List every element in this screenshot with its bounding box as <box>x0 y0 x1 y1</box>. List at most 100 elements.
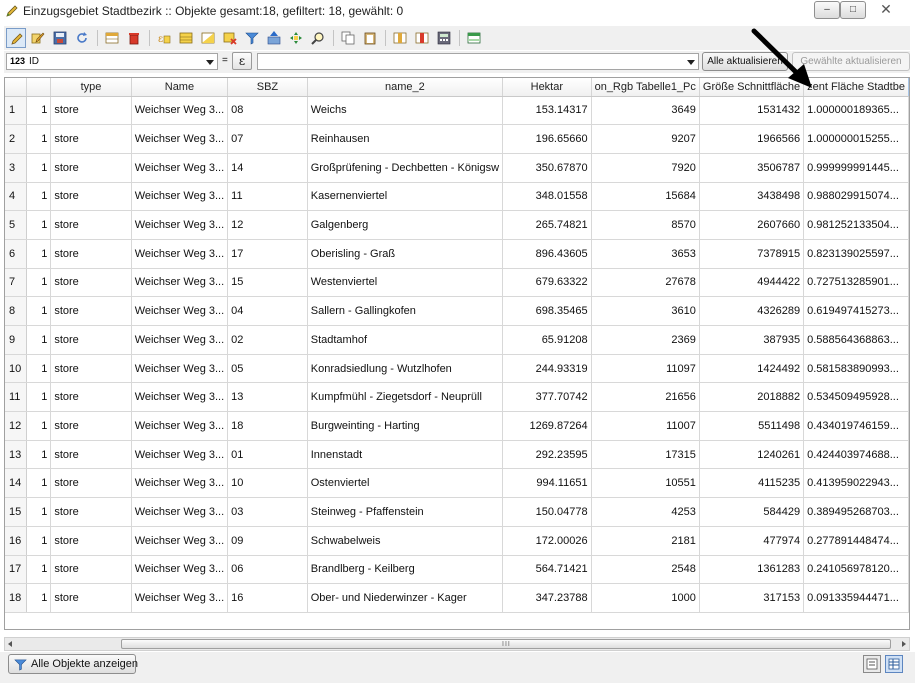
cell-schnittflaeche[interactable]: 1531432 <box>699 96 805 126</box>
scrollbar-thumb[interactable]: III <box>121 639 891 649</box>
cell-hektar[interactable]: 244.93319 <box>502 354 592 384</box>
horizontal-scrollbar[interactable]: III <box>4 637 910 651</box>
cell-id[interactable]: 1 <box>26 497 52 527</box>
cell-name-2[interactable]: Steinweg - Pfaffenstein <box>307 497 504 527</box>
cell-name-2[interactable]: Großprüfening - Dechbetten - Königsw <box>307 153 504 183</box>
deselect-all-icon[interactable] <box>220 28 240 48</box>
cell-type[interactable]: store <box>50 555 132 585</box>
maximize-button[interactable]: □ <box>840 1 866 19</box>
row-header[interactable]: 3 <box>5 153 27 183</box>
cell-einwohner[interactable]: 3610 <box>591 296 700 326</box>
cell-schnittflaeche[interactable]: 7378915 <box>699 239 805 269</box>
row-header[interactable]: 6 <box>5 239 27 269</box>
cell-sbz[interactable]: 09 <box>227 526 308 556</box>
invert-selection-icon[interactable] <box>198 28 218 48</box>
cell-schnittflaeche[interactable]: 387935 <box>699 325 805 355</box>
cell-schnittflaeche[interactable]: 477974 <box>699 526 805 556</box>
cell-id[interactable]: 1 <box>26 354 52 384</box>
close-button[interactable]: ✕ <box>866 1 906 17</box>
cell-sbz[interactable]: 12 <box>227 210 308 240</box>
table-row[interactable]: 8 1 store Weichser Weg 3... 04 Sallern - Gall… <box>5 296 909 326</box>
cell-sbz[interactable]: 06 <box>227 555 308 585</box>
cell-schnittflaeche[interactable]: 3438498 <box>699 182 805 212</box>
cell-id[interactable]: 1 <box>26 239 52 269</box>
cell-type[interactable]: store <box>50 153 132 183</box>
row-header[interactable]: 5 <box>5 210 27 240</box>
cell-sbz[interactable]: 15 <box>227 268 308 298</box>
pan-to-selection-icon[interactable] <box>286 28 306 48</box>
cell-name[interactable]: Weichser Weg 3... <box>131 239 229 269</box>
row-header[interactable]: 7 <box>5 268 27 298</box>
cell-type[interactable]: store <box>50 182 132 212</box>
cell-type[interactable]: store <box>50 497 132 527</box>
conditional-formatting-icon[interactable] <box>464 28 484 48</box>
cell-id[interactable]: 1 <box>26 526 52 556</box>
table-row[interactable]: 18 1 store Weichser Weg 3... 16 Ober- und Nie… <box>5 583 909 613</box>
reload-icon[interactable] <box>72 28 92 48</box>
cell-prozent-flaeche[interactable]: 0.619497415273... <box>803 296 909 326</box>
cell-id[interactable]: 1 <box>26 555 52 585</box>
cell-schnittflaeche[interactable]: 2607660 <box>699 210 805 240</box>
table-view-icon[interactable] <box>885 655 903 673</box>
cell-name-2[interactable]: Brandlberg - Keilberg <box>307 555 504 585</box>
table-row[interactable]: 2 1 store Weichser Weg 3... 07 Reinhausen 196.… <box>5 124 909 154</box>
cell-name-2[interactable]: Reinhausen <box>307 124 504 154</box>
cell-prozent-flaeche[interactable]: 0.581583890993... <box>803 354 909 384</box>
cell-name[interactable]: Weichser Weg 3... <box>131 96 229 126</box>
cell-name-2[interactable]: Ostenviertel <box>307 468 504 499</box>
cell-type[interactable]: store <box>50 124 132 154</box>
column-header-hektar[interactable]: Hektar <box>502 78 592 97</box>
cell-schnittflaeche[interactable]: 4326289 <box>699 296 805 326</box>
cell-name[interactable]: Weichser Weg 3... <box>131 497 229 527</box>
move-selection-to-top-icon[interactable] <box>264 28 284 48</box>
cell-prozent-flaeche[interactable]: 0.999999991445... <box>803 153 909 183</box>
cell-hektar[interactable]: 564.71421 <box>502 555 592 585</box>
expression-builder-button[interactable]: ε <box>232 52 252 70</box>
cell-name[interactable]: Weichser Weg 3... <box>131 296 229 326</box>
row-header[interactable]: 4 <box>5 182 27 212</box>
cell-prozent-flaeche[interactable]: 0.389495268703... <box>803 497 909 527</box>
table-row[interactable]: 17 1 store Weichser Weg 3... 06 Brandlberg - … <box>5 555 909 585</box>
cell-prozent-flaeche[interactable]: 0.534509495928... <box>803 382 909 413</box>
cell-einwohner[interactable]: 1000 <box>591 583 700 613</box>
cell-name[interactable]: Weichser Weg 3... <box>131 583 229 613</box>
table-row[interactable]: 1 1 store Weichser Weg 3... 08 Weichs 153.1431… <box>5 96 909 126</box>
cell-prozent-flaeche[interactable]: 0.434019746159... <box>803 411 909 441</box>
cell-name[interactable]: Weichser Weg 3... <box>131 411 229 441</box>
cell-sbz[interactable]: 05 <box>227 354 308 384</box>
cell-type[interactable]: store <box>50 239 132 269</box>
cell-name-2[interactable]: Kasernenviertel <box>307 182 504 212</box>
row-header[interactable]: 2 <box>5 124 27 154</box>
cell-einwohner[interactable]: 9207 <box>591 124 700 154</box>
cell-einwohner[interactable]: 2181 <box>591 526 700 556</box>
cell-sbz[interactable]: 08 <box>227 96 308 126</box>
cell-name-2[interactable]: Westenviertel <box>307 268 504 298</box>
cell-name-2[interactable]: Burgweinting - Harting <box>307 411 504 441</box>
cell-name[interactable]: Weichser Weg 3... <box>131 325 229 355</box>
row-header[interactable]: 1 <box>5 96 27 126</box>
cell-hektar[interactable]: 292.23595 <box>502 440 592 470</box>
column-header-name-2[interactable]: name_2 <box>307 78 504 97</box>
cell-type[interactable]: store <box>50 354 132 384</box>
cell-sbz[interactable]: 01 <box>227 440 308 470</box>
open-field-calculator-icon[interactable] <box>434 28 454 48</box>
cell-name-2[interactable]: Konradsiedlung - Wutzlhofen <box>307 354 504 384</box>
cell-name-2[interactable]: Sallern - Gallingkofen <box>307 296 504 326</box>
table-row[interactable]: 10 1 store Weichser Weg 3... 05 Konradsiedlun… <box>5 354 909 384</box>
cell-einwohner[interactable]: 21656 <box>591 382 700 413</box>
cell-id[interactable]: 1 <box>26 124 52 154</box>
row-header[interactable]: 14 <box>5 468 27 499</box>
cell-hektar[interactable]: 196.65660 <box>502 124 592 154</box>
toggle-editing-icon[interactable] <box>6 28 26 48</box>
cell-id[interactable]: 1 <box>26 382 52 413</box>
cell-hektar[interactable]: 65.91208 <box>502 325 592 355</box>
cell-type[interactable]: store <box>50 526 132 556</box>
cell-einwohner[interactable]: 11097 <box>591 354 700 384</box>
cell-einwohner[interactable]: 11007 <box>591 411 700 441</box>
cell-prozent-flaeche[interactable]: 1.000000189365... <box>803 96 909 126</box>
cell-name-2[interactable]: Galgenberg <box>307 210 504 240</box>
cell-schnittflaeche[interactable]: 1966566 <box>699 124 805 154</box>
cell-sbz[interactable]: 13 <box>227 382 308 413</box>
cell-name[interactable]: Weichser Weg 3... <box>131 268 229 298</box>
cell-hektar[interactable]: 679.63322 <box>502 268 592 298</box>
